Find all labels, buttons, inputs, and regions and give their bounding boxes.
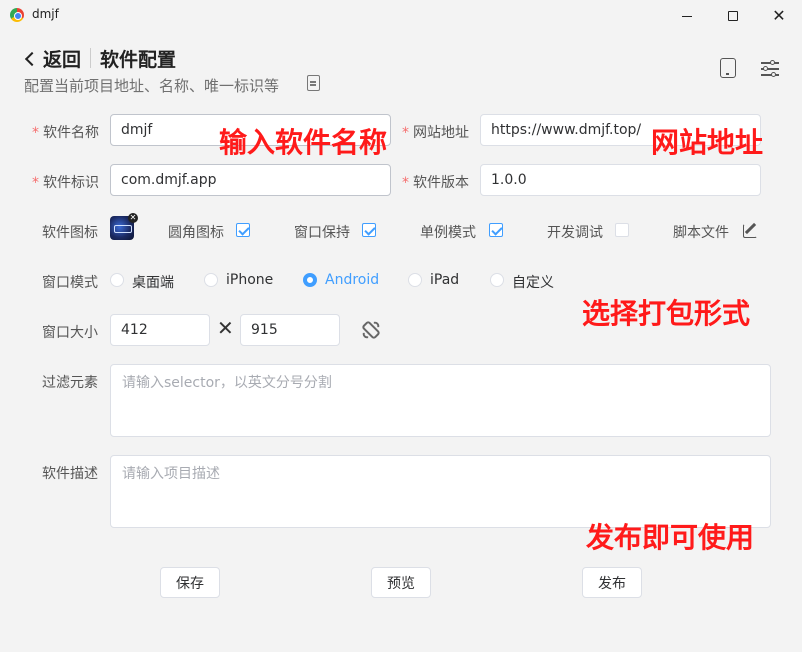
window-height-input[interactable]: [240, 314, 340, 346]
window-size-label: 窗口大小: [42, 325, 98, 341]
software-id-input[interactable]: [110, 164, 391, 196]
settings-sliders-icon[interactable]: [760, 58, 780, 78]
annotation-url-hint: 网站地址: [651, 126, 764, 159]
maximize-button[interactable]: [710, 0, 756, 32]
page-subtitle: 配置当前项目地址、名称、唯一标识等: [24, 77, 280, 95]
radio-custom[interactable]: [490, 273, 504, 287]
app-logo-icon: [10, 8, 24, 22]
software-icon-label: 软件图标: [42, 225, 98, 241]
radio-iphone[interactable]: [204, 273, 218, 287]
radio-custom-label[interactable]: 自定义: [512, 272, 554, 292]
keep-window-label: 窗口保持: [294, 225, 350, 241]
dev-debug-checkbox[interactable]: [615, 223, 629, 237]
software-version-label: * 软件版本: [402, 175, 469, 191]
window-width-input[interactable]: [110, 314, 210, 346]
radio-ipad[interactable]: [408, 273, 422, 287]
software-name-label: * 软件名称: [32, 125, 99, 141]
window-title: dmjf: [32, 7, 59, 21]
window-mode-label: 窗口模式: [42, 275, 98, 291]
rounded-icon-label: 圆角图标: [168, 225, 224, 241]
title-bar: dmjf ✕: [0, 0, 802, 32]
page-title: 软件配置: [100, 49, 177, 71]
chevron-left-icon: [24, 51, 40, 66]
software-version-input[interactable]: [480, 164, 761, 196]
script-file-label: 脚本文件: [673, 225, 729, 241]
size-separator: ✕: [217, 316, 234, 340]
phone-icon[interactable]: [720, 58, 736, 78]
single-instance-checkbox[interactable]: [489, 223, 503, 237]
annotation-publish-hint: 发布即可使用: [586, 521, 755, 554]
close-window-button[interactable]: ✕: [756, 0, 802, 32]
filter-elements-label: 过滤元素: [42, 375, 98, 391]
radio-desktop-label[interactable]: 桌面端: [132, 272, 174, 292]
preview-button[interactable]: 预览: [371, 567, 431, 598]
radio-android-label[interactable]: Android: [325, 272, 379, 288]
close-icon: ✕: [772, 6, 786, 25]
header-divider: [90, 48, 91, 68]
keep-window-checkbox[interactable]: [362, 223, 376, 237]
rotate-screen-icon[interactable]: [357, 316, 385, 344]
edit-icon[interactable]: [743, 222, 759, 238]
minimize-button[interactable]: [664, 0, 710, 32]
main-content: 返回 软件配置 配置当前项目地址、名称、唯一标识等 *软件名称 *网站地址 *软…: [0, 32, 802, 652]
maximize-icon: [728, 11, 738, 21]
radio-ipad-label[interactable]: iPad: [430, 272, 459, 288]
save-button[interactable]: 保存: [160, 567, 220, 598]
software-id-label: * 软件标识: [32, 175, 99, 191]
filter-elements-textarea[interactable]: [110, 364, 771, 437]
back-button[interactable]: 返回: [24, 45, 81, 72]
document-icon[interactable]: [307, 75, 320, 91]
radio-desktop[interactable]: [110, 273, 124, 287]
single-instance-label: 单例模式: [420, 225, 476, 241]
annotation-mode-hint: 选择打包形式: [582, 297, 751, 330]
dev-debug-label: 开发调试: [547, 225, 603, 241]
radio-android[interactable]: [303, 273, 317, 287]
publish-button[interactable]: 发布: [582, 567, 642, 598]
back-label: 返回: [43, 49, 82, 71]
remove-icon-button[interactable]: ✕: [128, 213, 138, 223]
website-url-label: * 网站地址: [402, 125, 469, 141]
radio-iphone-label[interactable]: iPhone: [226, 272, 273, 288]
minimize-icon: [682, 15, 692, 17]
software-description-label: 软件描述: [42, 466, 98, 482]
annotation-name-hint: 输入软件名称: [219, 126, 388, 159]
rounded-icon-checkbox[interactable]: [236, 223, 250, 237]
